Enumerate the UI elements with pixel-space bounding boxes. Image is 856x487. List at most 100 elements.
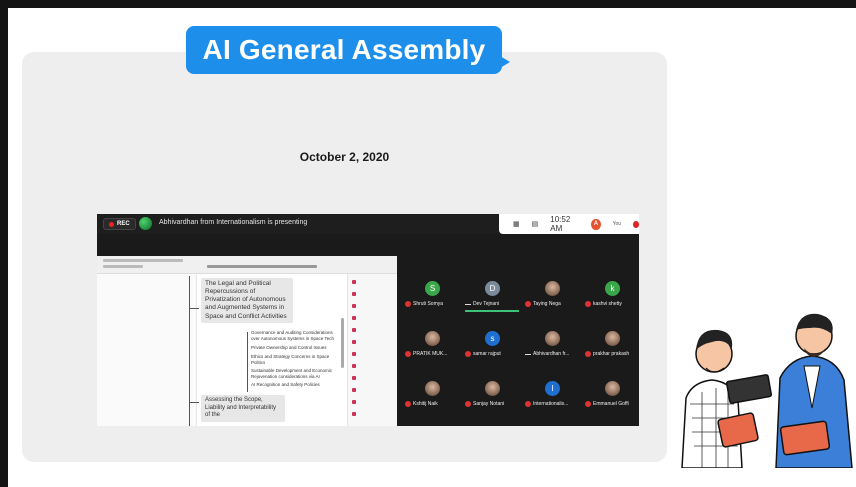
participant-tile[interactable]: k kashvi shetty	[583, 276, 639, 316]
participant-avatar: k	[605, 281, 620, 296]
participant-tile[interactable]: Emmanuel Goffi	[583, 376, 639, 416]
participant-avatar	[545, 331, 560, 346]
tool-item[interactable]	[352, 412, 356, 416]
participant-name: Shruti Somya	[413, 301, 444, 307]
mic-muted-icon	[525, 401, 531, 407]
rec-badge: REC	[103, 218, 136, 230]
participant-name: samar rajput	[473, 351, 501, 357]
participant-tile[interactable]: D Dev Tejnani	[463, 276, 521, 316]
mic-muted-icon	[585, 401, 591, 407]
participant-tile[interactable]: s samar rajput	[463, 326, 521, 366]
mic-muted-icon	[405, 351, 411, 357]
toolbar-row	[103, 259, 183, 262]
mind-map-connector	[189, 308, 199, 309]
tool-item[interactable]	[352, 304, 356, 308]
tool-item[interactable]	[352, 400, 356, 404]
participant-avatar	[425, 381, 440, 396]
mic-muted-icon	[585, 301, 591, 307]
participant-avatar	[545, 281, 560, 296]
toolbar-row	[103, 265, 143, 268]
participant-name: Kshitij Naik	[413, 401, 438, 407]
participant-avatar	[605, 331, 620, 346]
meeting-status-bar: ▦ ▤ 10:52 AM A You	[499, 214, 639, 234]
tool-icon	[352, 292, 356, 296]
notification-icon[interactable]	[633, 220, 639, 228]
participant-name-row: kashvi shetty	[585, 301, 639, 307]
participant-tile[interactable]: S Shruti Somya	[403, 276, 461, 316]
tool-icon	[352, 376, 356, 380]
tool-icon	[352, 388, 356, 392]
participant-tile[interactable]: Kshitij Naik	[403, 376, 461, 416]
participant-name: Emmanuel Goffi	[593, 401, 629, 407]
mind-map-leaf: Governance and Auditing Considerations o…	[251, 330, 334, 341]
record-icon	[109, 221, 114, 227]
tool-item[interactable]	[352, 340, 356, 344]
mic-muted-icon	[405, 301, 411, 307]
participant-name: Sanjay Notani	[473, 401, 505, 407]
mind-map-leaf: Sustainable Development and Economic Rej…	[251, 368, 333, 379]
tool-item[interactable]	[352, 352, 356, 356]
participant-name: kashvi shetty	[593, 301, 622, 307]
participant-avatar	[485, 381, 500, 396]
participant-tile[interactable]: Abhivardhan fr...	[523, 326, 581, 366]
people-illustration	[681, 313, 853, 468]
mind-map-leaf: Ethics and Strategy Concerns in Space Po…	[251, 354, 330, 365]
participant-name-row: samar rajput	[465, 351, 523, 357]
mind-map-leaf: Private Ownership and Control Issues	[251, 345, 327, 350]
tool-icon	[352, 412, 356, 416]
tool-item[interactable]	[352, 316, 356, 320]
mind-map-second-node: Assessing the Scope, Liability and Inter…	[201, 395, 285, 422]
participant-name: Taying Nega	[533, 301, 561, 307]
shared-document: The Legal and Political Repercussions of…	[97, 256, 397, 426]
participant-gallery: S Shruti Somya D Dev Tejnani Taying Nega k kas…	[399, 256, 639, 426]
mind-map-connector	[189, 276, 190, 426]
mic-muted-icon	[525, 301, 531, 307]
globe-icon	[139, 217, 152, 230]
mind-map-connector	[189, 402, 199, 403]
participant-avatar	[425, 331, 440, 346]
participant-name-row: Internationalis...	[525, 401, 583, 407]
tool-icon	[352, 340, 356, 344]
participant-name-row: Abhivardhan fr...	[525, 351, 583, 357]
layout-icon[interactable]: ▦	[513, 220, 520, 228]
participant-name-row: prakhar prakash	[585, 351, 639, 357]
chat-icon[interactable]: ▤	[532, 220, 539, 228]
participant-tile[interactable]: I Internationalis...	[523, 376, 581, 416]
tool-icon	[352, 352, 356, 356]
participant-avatar: S	[425, 281, 440, 296]
rec-label: REC	[117, 221, 130, 227]
tool-item[interactable]	[352, 364, 356, 368]
participant-avatar: I	[545, 381, 560, 396]
tool-item[interactable]	[352, 376, 356, 380]
participant-name-row: Emmanuel Goffi	[585, 401, 639, 407]
participant-tile[interactable]: Sanjay Notani	[463, 376, 521, 416]
mic-muted-icon	[585, 351, 591, 357]
participant-name-row: Dev Tejnani	[465, 301, 523, 307]
meeting-time: 10:52 AM	[550, 215, 571, 233]
participant-name-row: Shruti Somya	[405, 301, 463, 307]
tool-item[interactable]	[352, 280, 356, 284]
tool-item[interactable]	[352, 328, 356, 332]
meeting-screenshot: REC Abhivardhan from Internationalism is…	[97, 214, 639, 426]
tool-icon	[352, 328, 356, 332]
participant-name: PRATIK MUK...	[413, 351, 448, 357]
you-label: You	[612, 221, 622, 227]
participant-tile[interactable]: Taying Nega	[523, 276, 581, 316]
user-avatar[interactable]: A	[591, 218, 601, 230]
participant-name-row: Taying Nega	[525, 301, 583, 307]
mind-map-main-node: The Legal and Political Repercussions of…	[201, 278, 293, 323]
more-icon	[525, 353, 531, 355]
participant-name: prakhar prakash	[593, 351, 630, 357]
document-toolbar	[97, 256, 397, 274]
participant-tile[interactable]: prakhar prakash	[583, 326, 639, 366]
mind-map-connector	[247, 332, 248, 392]
tool-icon	[352, 280, 356, 284]
content-card: October 2, 2020 REC Abhivardhan from Int…	[22, 52, 667, 462]
participant-tile[interactable]: PRATIK MUK...	[403, 326, 461, 366]
tool-item[interactable]	[352, 292, 356, 296]
presenting-text: Abhivardhan from Internationalism is pre…	[159, 219, 308, 226]
mind-map-leaf: AI Recognition and Safety Policies	[251, 382, 320, 387]
tool-item[interactable]	[352, 388, 356, 392]
participant-avatar: s	[485, 331, 500, 346]
document-scrollbar[interactable]	[341, 318, 344, 368]
